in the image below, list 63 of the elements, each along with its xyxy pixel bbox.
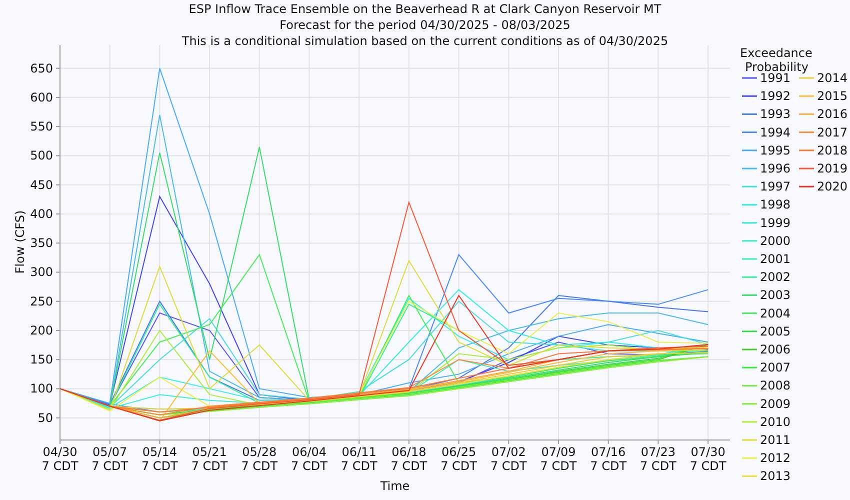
tick-label: 350 xyxy=(30,236,53,250)
tick-label: 450 xyxy=(30,178,53,192)
legend-label: 2007 xyxy=(760,360,791,375)
legend-label: 2015 xyxy=(817,89,848,104)
chart-subtitle: This is a conditional simulation based on the current conditions as of 04/30/2025 xyxy=(182,34,668,48)
legend-label: 1996 xyxy=(760,162,791,176)
tick-label: 650 xyxy=(30,61,53,76)
legend-label: 2012 xyxy=(760,451,791,466)
legend-label: 2016 xyxy=(817,107,848,122)
legend-label: 2006 xyxy=(760,342,791,356)
tick-label: 600 xyxy=(30,90,53,104)
legend-label: 1995 xyxy=(760,143,791,158)
legend-label: 2008 xyxy=(760,378,791,393)
tick-label: 06/04 7 CDT xyxy=(291,445,328,473)
legend-label: 2001 xyxy=(760,252,791,266)
tick-label: 200 xyxy=(30,323,53,338)
legend-label: 2002 xyxy=(760,270,791,284)
legend-label: 1999 xyxy=(760,216,791,230)
legend-label: 1993 xyxy=(760,107,791,122)
tick-label: 250 xyxy=(30,294,53,308)
tick-label: 05/21 7 CDT xyxy=(191,445,228,473)
legend-label: 2019 xyxy=(817,162,848,176)
tick-label: 06/11 7 CDT xyxy=(340,445,378,473)
tick-label: 300 xyxy=(30,265,53,280)
tick-label: 04/30 7 CDT xyxy=(42,445,78,473)
legend-label: 1994 xyxy=(760,125,791,140)
legend-label: 1992 xyxy=(760,89,791,104)
legend-label: 2000 xyxy=(760,234,791,248)
legend-label: 1998 xyxy=(760,198,791,212)
legend-label: 1991 xyxy=(760,71,791,85)
legend-label: 2018 xyxy=(817,143,848,158)
tick-label: 06/18 7 CDT xyxy=(390,445,428,473)
tick-label: 06/25 7 CDT xyxy=(440,445,477,473)
legend-label: 1997 xyxy=(760,180,791,194)
legend-label: 2017 xyxy=(817,125,848,140)
legend-label: 2014 xyxy=(817,71,848,85)
legend-label: 2004 xyxy=(760,306,791,320)
tick-label: 100 xyxy=(30,382,53,396)
tick-label: 500 xyxy=(30,148,53,163)
axis-title: Time xyxy=(380,479,410,493)
legend-label: 2020 xyxy=(817,180,848,194)
legend-label: 2009 xyxy=(760,396,791,411)
legend-label: 2003 xyxy=(760,288,791,302)
tick-label: 05/28 7 CDT xyxy=(241,445,278,473)
legend-title: Exceedance Probability xyxy=(740,46,812,74)
legend-label: 2013 xyxy=(760,469,791,484)
tick-label: 05/07 7 CDT xyxy=(92,445,128,473)
tick-label: 07/30 7 CDT xyxy=(690,445,726,473)
tick-label: 550 xyxy=(30,120,53,134)
tick-label: 400 xyxy=(30,206,53,221)
tick-label: 07/23 7 CDT xyxy=(640,445,676,473)
chart-subtitle: Forecast for the period 04/30/2025 - 08/03/2025 xyxy=(280,18,570,32)
legend-label: 2010 xyxy=(760,414,791,429)
tick-label: 150 xyxy=(30,352,53,367)
tick-label: 50 xyxy=(38,410,53,425)
tick-label: 07/02 7 CDT xyxy=(490,445,527,473)
legend-label: 2011 xyxy=(760,433,791,447)
axis-title: Flow (CFS) xyxy=(13,210,27,274)
legend-label: 2005 xyxy=(760,324,791,338)
tick-label: 05/14 7 CDT xyxy=(142,445,178,473)
tick-label: 07/16 7 CDT xyxy=(590,445,627,473)
chart-title: ESP Inflow Trace Ensemble on the Beaverhead R at Clark Canyon Reservoir MT xyxy=(188,2,662,16)
tick-label: 07/09 7 CDT xyxy=(540,445,577,473)
